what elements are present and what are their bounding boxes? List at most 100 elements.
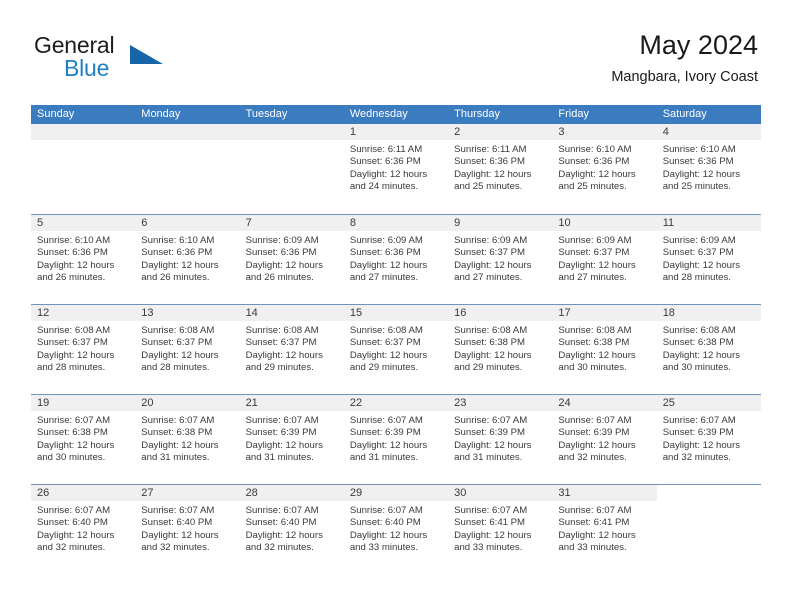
day-cell[interactable]: 28 Sunrise: 6:07 AM Sunset: 6:40 PM Dayl… <box>239 485 344 574</box>
day-cell[interactable]: 26 Sunrise: 6:07 AM Sunset: 6:40 PM Dayl… <box>31 485 136 574</box>
weekday-header-wednesday: Wednesday <box>349 108 408 120</box>
day-cell[interactable]: 4 Sunrise: 6:10 AM Sunset: 6:36 PM Dayli… <box>656 124 761 214</box>
weekday-header-friday: Friday <box>558 108 589 120</box>
day-cell[interactable]: 10 Sunrise: 6:09 AM Sunset: 6:37 PM Dayl… <box>552 215 657 304</box>
day-number: 16 <box>448 305 553 321</box>
calendar-page: General Blue May 2024 Mangbara, Ivory Co… <box>0 0 792 612</box>
day-cell[interactable]: 3 Sunrise: 6:10 AM Sunset: 6:36 PM Dayli… <box>552 124 657 214</box>
day-details: Sunrise: 6:07 AM Sunset: 6:38 PM Dayligh… <box>135 411 239 465</box>
day-cell[interactable]: 8 Sunrise: 6:09 AM Sunset: 6:36 PM Dayli… <box>343 215 449 304</box>
day-number: 17 <box>552 305 657 321</box>
day-number: 26 <box>31 485 136 501</box>
day-details: Sunrise: 6:07 AM Sunset: 6:40 PM Dayligh… <box>240 501 344 555</box>
sunset-text: Sunset: 6:38 PM <box>454 337 526 349</box>
sunset-text: Sunset: 6:40 PM <box>245 517 317 529</box>
sunset-text: Sunset: 6:39 PM <box>349 427 421 439</box>
day-cell[interactable]: 19 Sunrise: 6:07 AM Sunset: 6:38 PM Dayl… <box>31 395 136 484</box>
day-details: Sunrise: 6:10 AM Sunset: 6:36 PM Dayligh… <box>31 231 135 285</box>
day-cell[interactable]: 16 Sunrise: 6:08 AM Sunset: 6:38 PM Dayl… <box>448 305 553 394</box>
day-cell[interactable]: 27 Sunrise: 6:07 AM Sunset: 6:40 PM Dayl… <box>135 485 240 574</box>
daylight-text-line2: and 31 minutes. <box>454 452 523 464</box>
sunset-text: Sunset: 6:37 PM <box>141 337 213 349</box>
day-cell[interactable]: 9 Sunrise: 6:09 AM Sunset: 6:37 PM Dayli… <box>448 215 553 304</box>
daylight-text-line2: and 32 minutes. <box>558 452 627 464</box>
day-cell[interactable]: 12 Sunrise: 6:08 AM Sunset: 6:37 PM Dayl… <box>31 305 136 394</box>
day-cell[interactable]: 5 Sunrise: 6:10 AM Sunset: 6:36 PM Dayli… <box>31 215 136 304</box>
day-number: 27 <box>135 485 240 501</box>
sunrise-text: Sunrise: 6:07 AM <box>454 415 528 426</box>
daylight-text-line2: and 31 minutes. <box>349 452 419 464</box>
daylight-text-line2: and 32 minutes. <box>141 542 210 554</box>
day-cell[interactable]: 13 Sunrise: 6:08 AM Sunset: 6:37 PM Dayl… <box>135 305 240 394</box>
day-cell[interactable]: 22 Sunrise: 6:07 AM Sunset: 6:39 PM Dayl… <box>343 395 449 484</box>
day-details: Sunrise: 6:07 AM Sunset: 6:39 PM Dayligh… <box>552 411 656 465</box>
day-number: 29 <box>343 485 449 501</box>
day-number: 7 <box>239 215 344 231</box>
daylight-text-line1: Daylight: 12 hours <box>662 439 741 451</box>
day-cell[interactable]: 14 Sunrise: 6:08 AM Sunset: 6:37 PM Dayl… <box>239 305 344 394</box>
sunrise-text: Sunrise: 6:10 AM <box>662 144 736 155</box>
daylight-text-line1: Daylight: 12 hours <box>662 259 741 271</box>
day-cell[interactable]: 23 Sunrise: 6:07 AM Sunset: 6:39 PM Dayl… <box>448 395 553 484</box>
daylight-text-line2: and 29 minutes. <box>349 362 419 374</box>
day-cell[interactable] <box>656 485 761 574</box>
day-details: Sunrise: 6:07 AM Sunset: 6:39 PM Dayligh… <box>344 411 448 465</box>
day-cell[interactable]: 15 Sunrise: 6:08 AM Sunset: 6:37 PM Dayl… <box>343 305 449 394</box>
day-cell[interactable]: 24 Sunrise: 6:07 AM Sunset: 6:39 PM Dayl… <box>552 395 657 484</box>
day-details: Sunrise: 6:07 AM Sunset: 6:40 PM Dayligh… <box>135 501 239 555</box>
sunset-text: Sunset: 6:36 PM <box>349 156 421 168</box>
daylight-text-line2: and 33 minutes. <box>454 542 523 554</box>
daylight-text-line2: and 29 minutes. <box>245 362 314 374</box>
general-blue-logo[interactable]: General Blue <box>34 32 184 88</box>
day-cell[interactable]: 20 Sunrise: 6:07 AM Sunset: 6:38 PM Dayl… <box>135 395 240 484</box>
day-details: Sunrise: 6:07 AM Sunset: 6:41 PM Dayligh… <box>552 501 656 555</box>
day-cell[interactable]: 6 Sunrise: 6:10 AM Sunset: 6:36 PM Dayli… <box>135 215 240 304</box>
page-header: General Blue May 2024 Mangbara, Ivory Co… <box>34 28 758 98</box>
day-cell[interactable] <box>239 124 344 214</box>
sunrise-text: Sunrise: 6:07 AM <box>37 415 111 426</box>
daylight-text-line1: Daylight: 12 hours <box>349 529 428 541</box>
sunset-text: Sunset: 6:40 PM <box>37 517 108 529</box>
day-details: Sunrise: 6:09 AM Sunset: 6:37 PM Dayligh… <box>448 231 552 285</box>
day-cell[interactable]: 7 Sunrise: 6:09 AM Sunset: 6:36 PM Dayli… <box>239 215 344 304</box>
day-number: 30 <box>448 485 553 501</box>
daylight-text-line2: and 31 minutes. <box>141 452 210 464</box>
weekday-header-tuesday: Tuesday <box>245 108 288 120</box>
sunset-text: Sunset: 6:41 PM <box>454 517 526 529</box>
day-cell[interactable] <box>31 124 136 214</box>
day-cell[interactable] <box>135 124 240 214</box>
daylight-text-line2: and 25 minutes. <box>454 181 523 193</box>
weekday-header-saturday: Saturday <box>662 108 707 120</box>
sunset-text: Sunset: 6:40 PM <box>349 517 421 529</box>
sunrise-text: Sunrise: 6:07 AM <box>349 505 423 516</box>
daylight-text-line2: and 26 minutes. <box>37 272 106 284</box>
brand-triangle-icon <box>130 45 163 64</box>
day-cell[interactable]: 29 Sunrise: 6:07 AM Sunset: 6:40 PM Dayl… <box>343 485 449 574</box>
day-number: 28 <box>239 485 344 501</box>
sunset-text: Sunset: 6:39 PM <box>454 427 526 439</box>
calendar-grid: Sunday Monday Tuesday Wednesday Thursday… <box>31 105 761 574</box>
day-number: 11 <box>656 215 761 231</box>
day-cell[interactable]: 31 Sunrise: 6:07 AM Sunset: 6:41 PM Dayl… <box>552 485 657 574</box>
day-cell[interactable]: 25 Sunrise: 6:07 AM Sunset: 6:39 PM Dayl… <box>656 395 761 484</box>
sunrise-text: Sunrise: 6:07 AM <box>37 505 111 516</box>
daylight-text-line2: and 32 minutes. <box>37 542 106 554</box>
day-cell[interactable]: 18 Sunrise: 6:08 AM Sunset: 6:38 PM Dayl… <box>656 305 761 394</box>
daylight-text-line1: Daylight: 12 hours <box>245 349 323 361</box>
day-cell[interactable]: 21 Sunrise: 6:07 AM Sunset: 6:39 PM Dayl… <box>239 395 344 484</box>
sunset-text: Sunset: 6:36 PM <box>349 247 421 259</box>
day-cell[interactable]: 2 Sunrise: 6:11 AM Sunset: 6:36 PM Dayli… <box>448 124 553 214</box>
daylight-text-line1: Daylight: 12 hours <box>558 349 636 361</box>
day-details: Sunrise: 6:07 AM Sunset: 6:40 PM Dayligh… <box>31 501 135 555</box>
sunrise-text: Sunrise: 6:07 AM <box>141 505 215 516</box>
day-cell[interactable]: 17 Sunrise: 6:08 AM Sunset: 6:38 PM Dayl… <box>552 305 657 394</box>
sunrise-text: Sunrise: 6:07 AM <box>662 415 736 426</box>
brand-name-blue: Blue <box>64 55 110 81</box>
day-cell[interactable]: 30 Sunrise: 6:07 AM Sunset: 6:41 PM Dayl… <box>448 485 553 574</box>
day-number <box>135 124 240 140</box>
day-cell[interactable]: 1 Sunrise: 6:11 AM Sunset: 6:36 PM Dayli… <box>343 124 449 214</box>
daylight-text-line1: Daylight: 12 hours <box>454 349 532 361</box>
day-cell[interactable]: 11 Sunrise: 6:09 AM Sunset: 6:37 PM Dayl… <box>656 215 761 304</box>
sunrise-text: Sunrise: 6:10 AM <box>141 235 215 246</box>
daylight-text-line2: and 26 minutes. <box>245 272 314 284</box>
